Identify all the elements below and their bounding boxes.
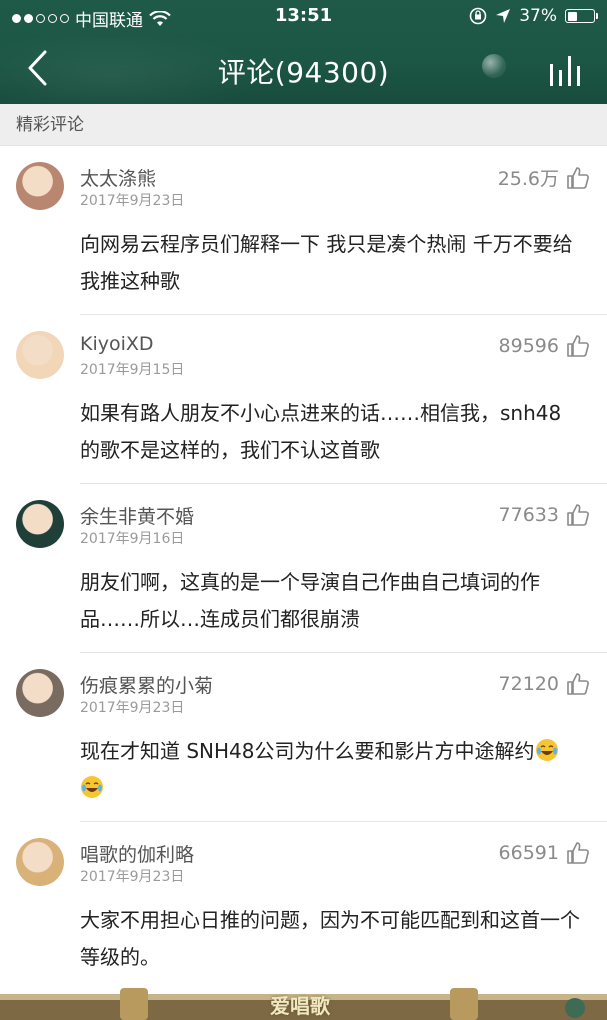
location-arrow-icon xyxy=(496,9,511,23)
comment-username[interactable]: 伤痕累累的小菊 xyxy=(80,671,213,698)
like-button[interactable]: 77633 xyxy=(499,502,591,528)
comment-date: 2017年9月15日 xyxy=(80,362,185,378)
like-count: 77633 xyxy=(498,504,559,526)
bubble-decoration xyxy=(482,54,506,78)
laughing-crying-emoji-icon xyxy=(81,776,103,798)
comment-text: 朋友们啊，这真的是一个导演自己作曲自己填词的作品……所以…连成员们都很崩溃 xyxy=(80,564,581,638)
avatar[interactable] xyxy=(16,500,64,548)
comment-text-content: 朋友们啊，这真的是一个导演自己作曲自己填词的作品……所以…连成员们都很崩溃 xyxy=(80,570,540,631)
comment-text-content: 如果有路人朋友不小心点进来的话……相信我，snh48的歌不是这样的，我们不认这首… xyxy=(80,401,562,462)
thumbs-up-icon xyxy=(567,842,589,864)
now-playing-button[interactable] xyxy=(547,50,587,90)
comment-text-content: 向网易云程序员们解释一下 我只是凑个热闹 千万不要给我推这种歌 xyxy=(80,232,573,293)
thumbs-up-icon xyxy=(567,166,589,189)
comment-list: 太太涤熊 2017年9月23日 25.6万向网易云程序员们解释一下 我只是凑个热闹 … xyxy=(0,146,607,991)
watermark: 爱唱歌 xyxy=(270,994,330,1018)
comment-date: 2017年9月23日 xyxy=(80,193,185,209)
comment-text: 如果有路人朋友不小心点进来的话……相信我，snh48的歌不是这样的，我们不认这首… xyxy=(80,395,581,469)
comment-date: 2017年9月23日 xyxy=(80,869,185,885)
like-count: 66591 xyxy=(498,842,559,864)
comment-item: 唱歌的伽利略 2017年9月23日 66591 大家不用担心日推的问题，因为不可能匹配… xyxy=(16,822,607,991)
like-count: 25.6万 xyxy=(497,168,559,190)
battery-percent: 37% xyxy=(519,6,557,26)
comment-text: 大家不用担心日推的问题，因为不可能匹配到和这首一个等级的。 xyxy=(80,902,581,976)
thumbs-up-icon xyxy=(567,335,589,357)
thumbs-up-icon xyxy=(567,673,589,695)
app-header: 中国联通 13:51 37% 评论(94300) xyxy=(0,0,607,104)
comment-username[interactable]: 余生非黄不婚 xyxy=(80,502,194,529)
comment-date: 2017年9月16日 xyxy=(80,531,185,547)
bars-icon xyxy=(550,56,580,86)
battery-fill xyxy=(567,11,577,21)
comment-username[interactable]: 唱歌的伽利略 xyxy=(80,840,194,867)
like-button[interactable]: 66591 xyxy=(499,840,591,866)
comment-date: 2017年9月23日 xyxy=(80,700,185,716)
comment-item: 伤痕累累的小菊 2017年9月23日 72120 现在才知道 SNH48公司为什么要和… xyxy=(16,653,607,822)
comment-text-content: 大家不用担心日推的问题，因为不可能匹配到和这首一个等级的。 xyxy=(80,908,580,969)
comment-text: 向网易云程序员们解释一下 我只是凑个热闹 千万不要给我推这种歌 xyxy=(80,226,581,300)
like-button[interactable]: 72120 xyxy=(499,671,591,697)
like-count: 89596 xyxy=(498,335,559,357)
page-title: 评论(94300) xyxy=(217,56,390,89)
comment-username[interactable]: 太太涤熊 xyxy=(80,164,156,191)
status-bar: 中国联通 13:51 37% xyxy=(0,0,607,34)
section-header: 精彩评论 xyxy=(0,104,607,146)
nav-bar: 评论(94300) xyxy=(0,34,607,104)
like-button[interactable]: 25.6万 xyxy=(498,164,591,191)
avatar[interactable] xyxy=(16,669,64,717)
avatar[interactable] xyxy=(16,331,64,379)
comment-item: 余生非黄不婚 2017年9月16日 77633 朋友们啊，这真的是一个导演自己作曲自己… xyxy=(16,484,607,653)
thumbs-up-icon xyxy=(567,504,589,526)
avatar[interactable] xyxy=(16,838,64,886)
like-count: 72120 xyxy=(498,673,559,695)
laughing-crying-emoji-icon xyxy=(535,739,558,761)
avatar[interactable] xyxy=(16,162,64,210)
status-right: 37% xyxy=(469,6,598,26)
comment-item: KiyoiXD 2017年9月15日 89596 如果有路人朋友不小心点进来的话……相… xyxy=(16,315,607,484)
comment-item: 太太涤熊 2017年9月23日 25.6万向网易云程序员们解释一下 我只是凑个热闹 … xyxy=(16,146,607,315)
comment-text: 现在才知道 SNH48公司为什么要和影片方中途解约 xyxy=(80,733,581,807)
orientation-lock-icon xyxy=(469,7,487,25)
like-button[interactable]: 89596 xyxy=(499,333,591,359)
comment-username[interactable]: KiyoiXD xyxy=(80,333,154,355)
comment-text-content: 现在才知道 SNH48公司为什么要和影片方中途解约 xyxy=(80,739,535,763)
battery-icon xyxy=(565,9,598,23)
